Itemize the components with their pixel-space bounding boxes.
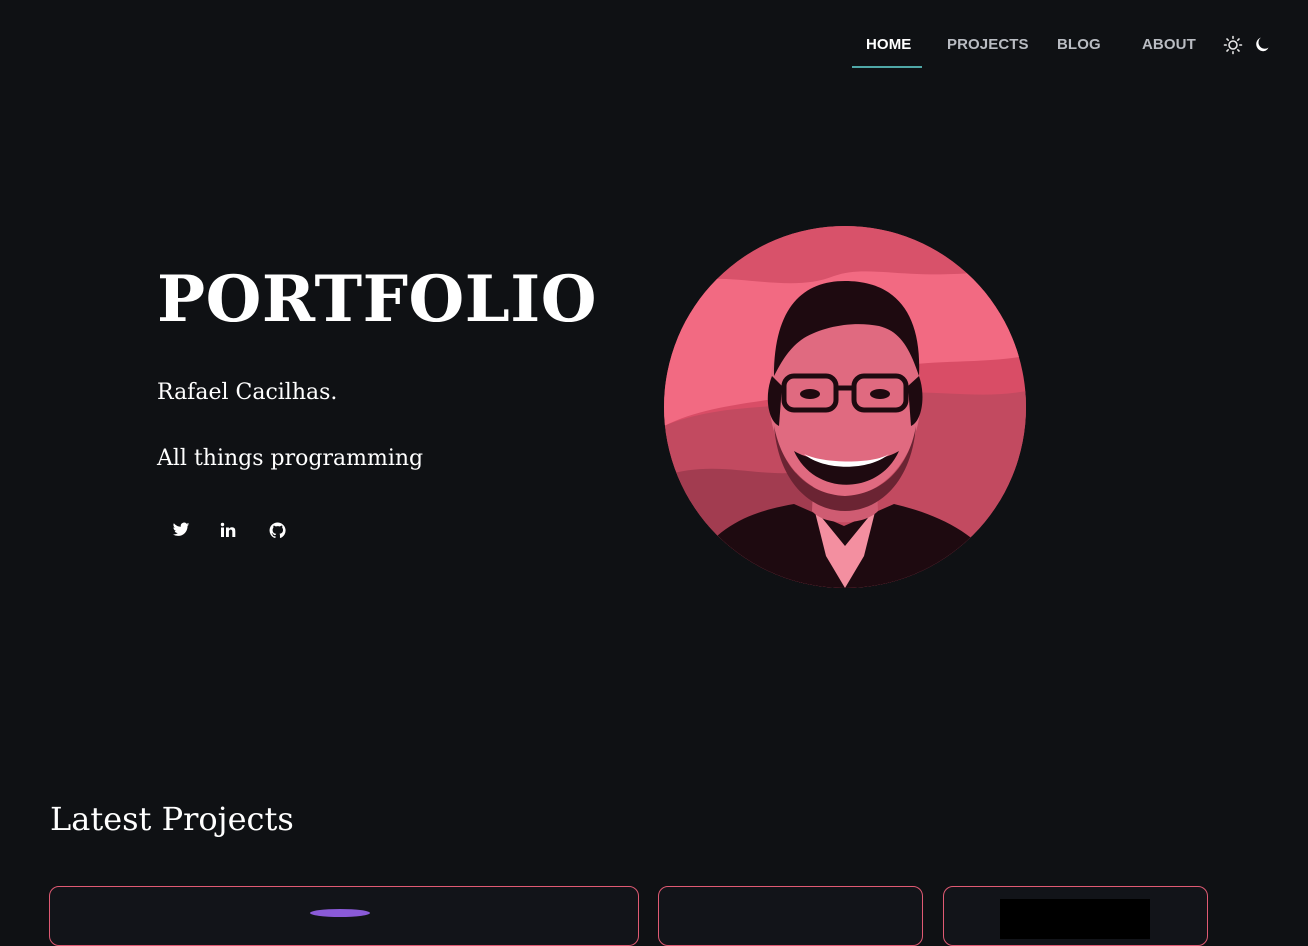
nav-active-indicator [852,66,922,68]
linkedin-icon[interactable] [216,518,240,542]
nav-about[interactable]: ABOUT [1142,36,1196,53]
top-navigation: HOME PROJECTS BLOG ABOUT [0,0,1308,90]
sun-icon[interactable] [1223,35,1243,55]
project-card[interactable] [658,886,923,946]
nav-projects[interactable]: PROJECTS [947,36,1029,53]
twitter-icon[interactable] [169,518,193,542]
nav-blog[interactable]: BLOG [1057,36,1101,53]
project-card[interactable] [943,886,1208,946]
avatar [664,226,1026,588]
page-title: PORTFOLIO [157,262,597,337]
project-thumbnail [1000,899,1150,939]
latest-projects-heading: Latest Projects [50,800,294,838]
nav-home[interactable]: HOME [866,36,911,53]
author-name: Rafael Cacilhas. [157,380,338,405]
tagline: All things programming [157,446,424,471]
github-icon[interactable] [265,518,289,542]
moon-icon[interactable] [1252,35,1272,55]
project-card[interactable] [49,886,639,946]
